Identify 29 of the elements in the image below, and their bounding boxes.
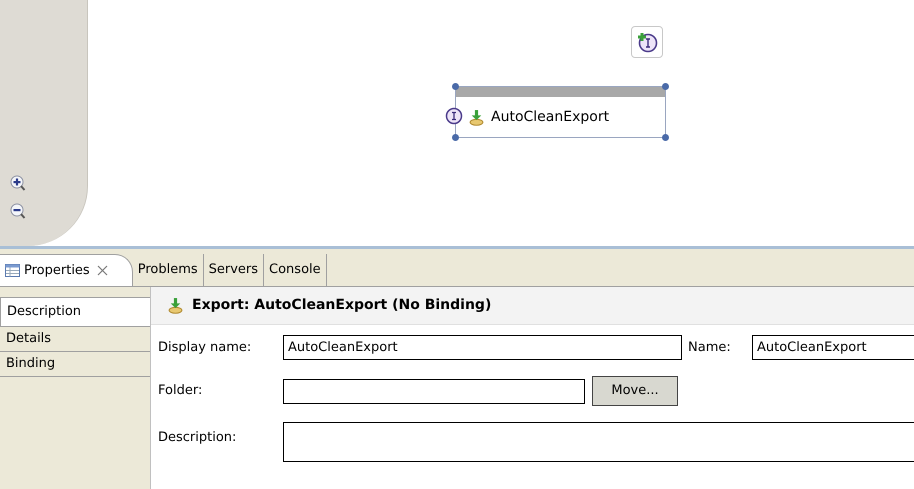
field-label: Name: <box>688 338 732 357</box>
input-field[interactable] <box>283 422 914 462</box>
zoom-in-icon[interactable] <box>10 175 26 193</box>
zoom-out-icon[interactable] <box>10 203 26 221</box>
view-tab[interactable]: Servers <box>204 254 264 286</box>
view-tab[interactable]: Properties <box>0 254 133 286</box>
add-interface-callout[interactable] <box>631 26 663 58</box>
field-label: Description: <box>158 429 238 447</box>
selection-handle[interactable] <box>452 134 459 141</box>
interface-icon[interactable] <box>445 107 463 125</box>
close-icon[interactable] <box>96 265 108 276</box>
input-field[interactable]: AutoCleanExport <box>752 335 914 360</box>
selection-handle[interactable] <box>662 83 669 90</box>
properties-table-icon <box>5 264 20 277</box>
export-icon <box>468 108 485 126</box>
view-tab[interactable]: Problems <box>132 254 204 286</box>
selection-handle[interactable] <box>662 134 669 141</box>
input-field[interactable]: AutoCleanExport <box>283 335 682 360</box>
interface-add-icon <box>636 31 658 53</box>
export-icon <box>167 297 184 314</box>
node-label: AutoCleanExport <box>491 108 610 126</box>
move-button[interactable]: Move... <box>592 376 678 406</box>
field-label: Folder: <box>158 382 204 400</box>
section-tab[interactable]: Description <box>0 297 150 327</box>
export-node[interactable]: AutoCleanExport <box>455 86 666 138</box>
section-title: Export: AutoCleanExport (No Binding) <box>192 296 492 315</box>
selection-handle[interactable] <box>452 83 459 90</box>
input-field[interactable] <box>283 378 585 404</box>
field-label: Display name: <box>158 338 252 357</box>
